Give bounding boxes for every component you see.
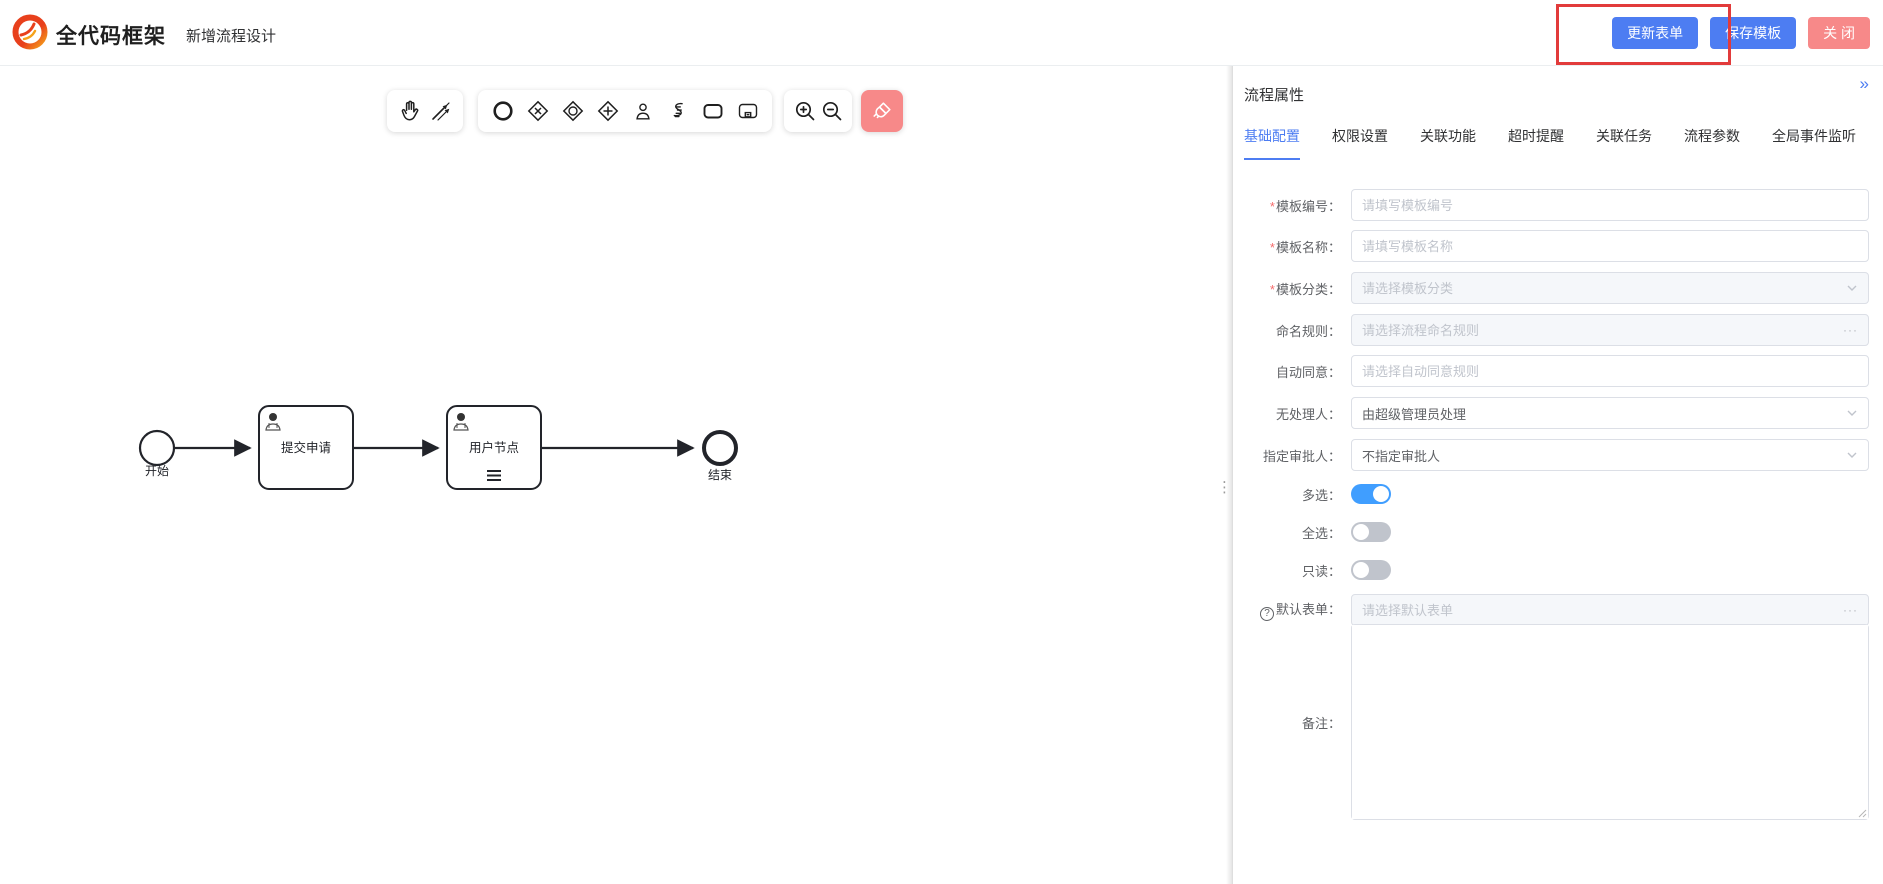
select-all-label: 全选：	[1233, 523, 1341, 542]
task-node-submit[interactable]: 提交申请	[259, 406, 353, 489]
approver-label: 指定审批人：	[1233, 446, 1341, 465]
template-name-field[interactable]	[1362, 239, 1858, 254]
auto-agree-field[interactable]	[1362, 364, 1858, 379]
default-form-input[interactable]: ···	[1351, 594, 1869, 626]
select-all-toggle[interactable]	[1351, 522, 1391, 542]
page-title: 新增流程设计	[186, 25, 276, 46]
brand-name: 全代码框架	[56, 20, 166, 50]
no-handler-label: 无处理人：	[1233, 404, 1341, 423]
panel-resize-handle[interactable]: ⋮	[1217, 483, 1231, 513]
default-form-label: ?默认表单：	[1233, 599, 1341, 621]
template-category-field[interactable]	[1362, 281, 1846, 296]
read-only-label: 只读：	[1233, 561, 1341, 580]
start-event-node[interactable]	[140, 431, 174, 465]
naming-rule-label: 命名规则：	[1233, 321, 1341, 340]
template-code-field[interactable]	[1362, 198, 1858, 213]
bpmn-diagram: 开始 提交申请 用户节点	[0, 66, 1232, 884]
header-actions: 更新表单 保存模板 关 闭	[1612, 17, 1870, 49]
auto-agree-input[interactable]	[1351, 355, 1869, 387]
task1-label: 提交申请	[281, 440, 331, 455]
chevron-down-icon	[1846, 449, 1858, 461]
task-node-user[interactable]: 用户节点	[447, 406, 541, 489]
read-only-toggle[interactable]	[1351, 560, 1391, 580]
naming-rule-field[interactable]	[1362, 323, 1843, 338]
template-code-input[interactable]	[1351, 189, 1869, 221]
template-category-select[interactable]	[1351, 272, 1869, 304]
remark-textarea[interactable]	[1352, 625, 1868, 819]
end-event-label: 结束	[708, 468, 732, 482]
process-properties-panel: 流程属性 » 基础配置 权限设置 关联功能 超时提醒 关联任务 流程参数 全局事…	[1233, 66, 1883, 884]
start-event-label: 开始	[145, 464, 169, 478]
task2-label: 用户节点	[469, 440, 519, 455]
ellipsis-picker-icon[interactable]: ···	[1843, 323, 1858, 337]
no-handler-select[interactable]	[1351, 397, 1869, 429]
resize-grip-icon[interactable]	[1857, 808, 1867, 818]
template-code-label: *模板编号：	[1233, 196, 1341, 215]
template-name-input[interactable]	[1351, 230, 1869, 262]
remark-label: 备注：	[1233, 713, 1341, 732]
update-form-button[interactable]: 更新表单	[1612, 17, 1698, 49]
panel-divider	[1226, 66, 1233, 884]
app-header: 全代码框架 新增流程设计 更新表单 保存模板 关 闭	[0, 0, 1883, 66]
form-row-remark: 备注：	[1233, 624, 1883, 820]
naming-rule-input[interactable]: ···	[1351, 314, 1869, 346]
workflow-designer-app: 全代码框架 新增流程设计 更新表单 保存模板 关 闭	[0, 0, 1883, 884]
remark-textarea-wrap	[1351, 624, 1869, 820]
ellipsis-picker-icon[interactable]: ···	[1843, 603, 1858, 617]
default-form-field[interactable]	[1362, 603, 1843, 618]
brand: 全代码框架	[12, 14, 166, 55]
help-question-icon: ?	[1260, 607, 1274, 621]
multi-select-toggle[interactable]	[1351, 484, 1391, 504]
basic-config-form: *模板编号： *模板名称： *模板分类：	[1233, 66, 1883, 884]
bpmn-canvas[interactable]: 开始 提交申请 用户节点	[0, 66, 1232, 884]
save-template-button[interactable]: 保存模板	[1710, 17, 1796, 49]
chevron-down-icon	[1846, 407, 1858, 419]
no-handler-field[interactable]	[1362, 406, 1846, 421]
template-name-label: *模板名称：	[1233, 237, 1341, 256]
end-event-node[interactable]	[704, 432, 736, 464]
auto-agree-label: 自动同意：	[1233, 362, 1341, 381]
approver-field[interactable]	[1362, 448, 1846, 463]
close-button[interactable]: 关 闭	[1808, 17, 1870, 49]
multi-select-label: 多选：	[1233, 485, 1341, 504]
template-category-label: *模板分类：	[1233, 279, 1341, 298]
chevron-down-icon	[1846, 282, 1858, 294]
brand-logo-icon	[12, 14, 48, 55]
approver-select[interactable]	[1351, 439, 1869, 471]
